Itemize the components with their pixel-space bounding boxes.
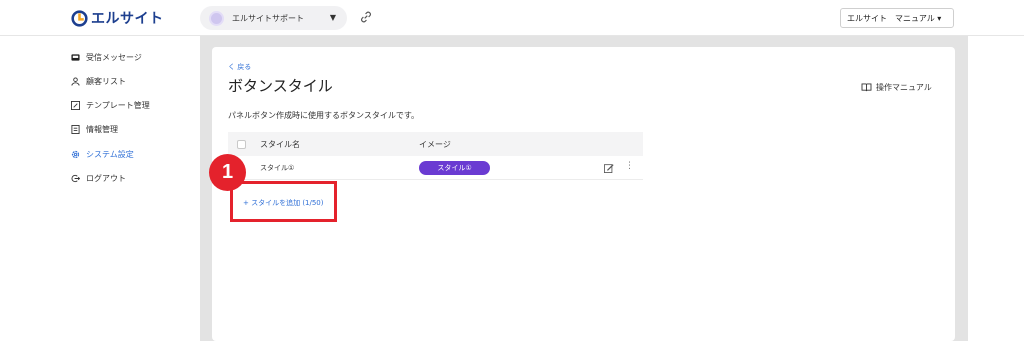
top-header: エルサイト エルサイトサポート ▼ エルサイト マニュアル ▾ (0, 0, 1024, 36)
edit-icon[interactable] (604, 163, 614, 173)
manual-dropdown[interactable]: エルサイト マニュアル ▾ (840, 8, 954, 28)
sidebar-item-info[interactable]: 情報管理 (71, 124, 118, 135)
inbox-icon (71, 53, 80, 62)
style-name-cell: スタイル① (260, 163, 295, 172)
sidebar-item-label: ログアウト (86, 174, 126, 183)
logo-mark-icon (71, 9, 88, 27)
sidebar-item-label: 受信メッセージ (86, 53, 142, 62)
link-icon[interactable] (359, 10, 373, 24)
user-icon (71, 77, 80, 86)
select-all-checkbox[interactable] (237, 139, 246, 149)
sidebar-item-label: テンプレート管理 (86, 101, 150, 110)
operation-manual-label: 操作マニュアル (876, 83, 932, 92)
avatar (209, 10, 224, 26)
document-icon (71, 125, 80, 134)
sidebar-item-templates[interactable]: テンプレート管理 (71, 100, 150, 111)
column-header-image: イメージ (419, 139, 451, 149)
column-header-name: スタイル名 (260, 139, 300, 149)
page-title: ボタンスタイル (228, 77, 333, 95)
app-logo[interactable]: エルサイト (71, 8, 164, 28)
sidebar-item-label: 顧客リスト (86, 77, 126, 86)
triangle-down-icon: ▼ (329, 13, 336, 22)
logo-text: エルサイト (91, 11, 164, 27)
highlight-box (230, 181, 337, 222)
more-options-icon[interactable]: ⋮ (625, 161, 634, 171)
sidebar-item-customers[interactable]: 顧客リスト (71, 76, 126, 87)
style-table: スタイル名 イメージ スタイル① スタイル① ⋮ (228, 132, 643, 180)
table-row[interactable]: スタイル① スタイル① ⋮ (228, 156, 643, 180)
edit-icon (71, 101, 80, 110)
back-link[interactable]: く 戻る (228, 62, 251, 72)
sidebar-item-logout[interactable]: ログアウト (71, 173, 126, 184)
style-preview-button: スタイル① (419, 161, 490, 175)
sidebar-item-inbox[interactable]: 受信メッセージ (71, 52, 142, 63)
table-header: スタイル名 イメージ (228, 132, 643, 156)
logout-icon (71, 174, 80, 183)
page-description: パネルボタン作成時に使用するボタンスタイルです。 (228, 111, 420, 120)
sidebar-item-label: システム設定 (86, 150, 134, 159)
step-number-badge: 1 (209, 154, 246, 191)
operation-manual-link[interactable]: 操作マニュアル (861, 82, 932, 93)
sidebar-item-label: 情報管理 (86, 125, 118, 134)
account-name: エルサイトサポート (232, 13, 304, 23)
account-switcher[interactable]: エルサイトサポート ▼ (200, 6, 347, 30)
gear-icon (71, 150, 80, 159)
sidebar-item-system-settings[interactable]: システム設定 (71, 149, 134, 160)
book-icon (861, 83, 872, 92)
